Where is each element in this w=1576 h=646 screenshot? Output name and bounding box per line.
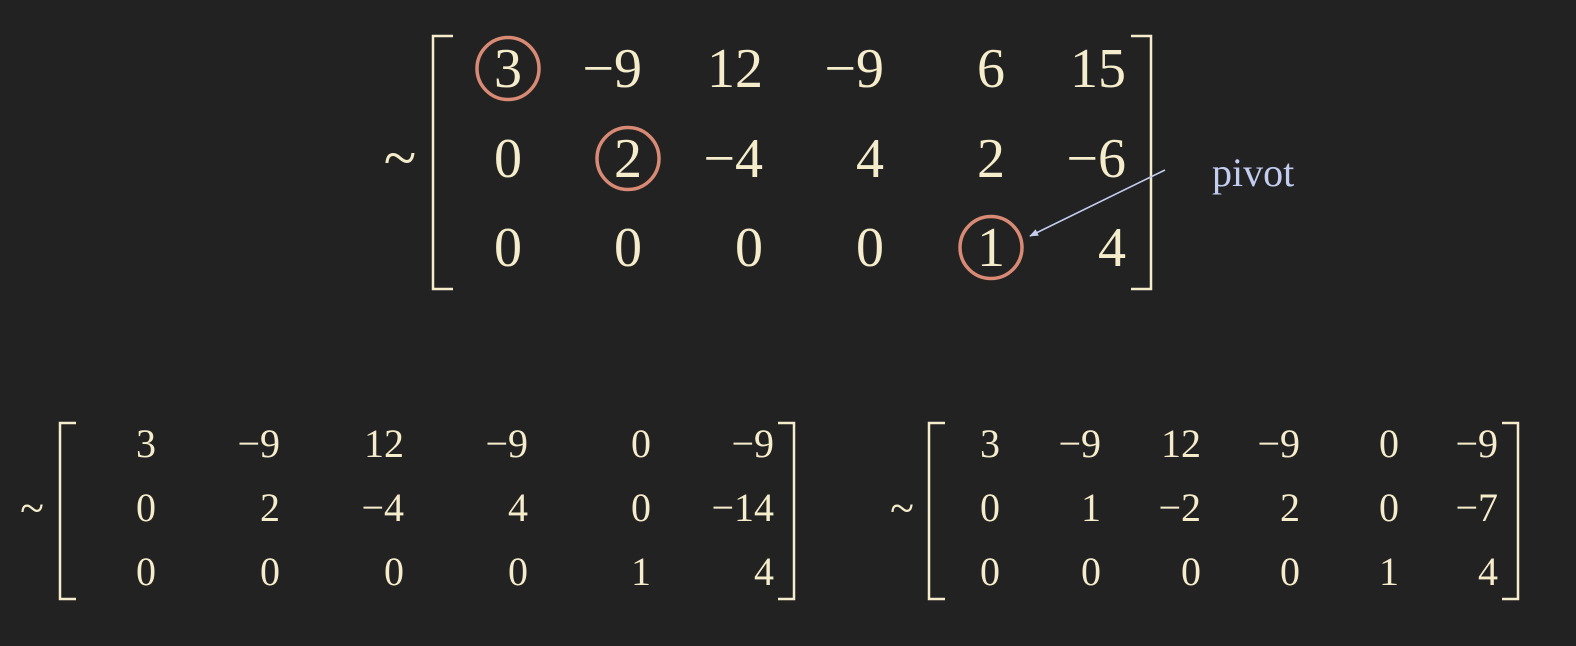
matrix-1-entry-r3-c2: 0 [614,217,642,279]
matrix-2-entry-r1-c3: 12 [364,421,404,466]
matrix-2-group: ~3 −9 12 −9 0 −9 0 2 −4 4 0 −14 0 0 0 0 1 4 [20,421,796,601]
matrix-2-entry-r2-c5: 0 [631,485,651,530]
matrix-2-entry-r3-c6: 4 [754,549,774,594]
matrix-1-entry-r3-c4: 0 [856,217,884,279]
matrix-3-entry-r1-c3: 12 [1161,421,1201,466]
matrix-3-entry-r1-c6: −9 [1455,421,1498,466]
matrix-3-entry-r3-c4: 0 [1280,549,1300,594]
matrix-3-entry-r1-c5: 0 [1379,421,1399,466]
matrix-1-left-bracket [431,34,453,291]
matrix-2-entry-r1-c2: −9 [237,421,280,466]
matrix-1-entry-r2-c1: 0 [494,128,522,190]
matrix-2-entry-r3-c1: 0 [136,549,156,594]
matrix-2-entry-r1-c5: 0 [631,421,651,466]
matrix-2-entry-r1-c6: −9 [731,421,774,466]
matrix-2-left-bracket [58,421,76,601]
matrix-2-tilde: ~ [20,484,44,533]
matrix-3-entry-r1-c1: 3 [980,421,1000,466]
matrix-2-entry-r2-c2: 2 [260,485,280,530]
matrix-1-entry-r3-c3: 0 [735,217,763,279]
matrix-1-entry-r2-c6: −6 [1066,128,1126,190]
matrix-2-entry-r2-c3: −4 [361,485,404,530]
matrix-3-entry-r2-c6: −7 [1455,485,1498,530]
matrix-1-entry-r1-c4: −9 [824,38,884,100]
matrix-3-entry-r3-c5: 1 [1379,549,1399,594]
matrix-2-entry-r3-c2: 0 [260,549,280,594]
matrix-3-left-bracket [927,421,945,601]
matrix-3-entry-r2-c4: 2 [1280,485,1300,530]
matrix-3-entry-r1-c2: −9 [1058,421,1101,466]
matrix-1-entry-r1-c1: 3 [494,38,522,100]
matrix-3-entry-r2-c5: 0 [1379,485,1399,530]
matrix-1-entry-r1-c6: 15 [1070,38,1126,100]
matrix-1-entry-r3-c6: 4 [1098,217,1126,279]
matrix-3-entry-r3-c1: 0 [980,549,1000,594]
matrix-2-right-bracket [778,421,796,601]
row-reduction-diagram: ~3 −9 12 −9 6 150 2 −4 4 2 −60 0 0 0 1 4 ~3 −9 12 −9 0 −90 2−… [20,34,1520,601]
matrix-1-entry-r2-c4: 4 [856,128,884,190]
matrix-2-entry-r2-c6: −14 [711,485,774,530]
matrix-1-right-bracket [1131,34,1153,291]
matrix-1-entry-r1-c3: 12 [707,38,763,100]
matrix-3-entry-r2-c3: −2 [1158,485,1201,530]
matrix-1-entry-r1-c5: 6 [977,38,1005,100]
matrix-2-entry-r3-c4: 0 [508,549,528,594]
matrix-1-entry-r1-c2: −9 [582,38,642,100]
matrix-1-group: ~3 −9 12 −9 6 15 0 2 −4 4 2 −6 0 0 0 0 1 4 [384,34,1153,291]
matrix-1-entry-r2-c2: 2 [614,128,642,190]
matrix-3-entry-r3-c3: 0 [1181,549,1201,594]
pivot-label: pivot [1212,150,1294,195]
matrix-3-entry-r3-c6: 4 [1478,549,1498,594]
matrix-3-entry-r2-c2: 1 [1081,485,1101,530]
matrix-1-entry-r3-c5: 1 [977,217,1005,279]
matrix-2-entry-r1-c4: −9 [485,421,528,466]
matrix-2-entry-r3-c3: 0 [384,549,404,594]
matrix-1-entry-r2-c5: 2 [977,128,1005,190]
matrix-2-entry-r3-c5: 1 [631,549,651,594]
matrix-3-entry-r2-c1: 0 [980,485,1000,530]
matrix-2-entry-r2-c1: 0 [136,485,156,530]
matrix-2-entry-r2-c4: 4 [508,485,528,530]
matrix-1-entry-r3-c1: 0 [494,217,522,279]
matrix-3-tilde: ~ [890,484,914,533]
matrix-3-right-bracket [1502,421,1520,601]
matrix-3-entry-r1-c4: −9 [1257,421,1300,466]
matrix-1-entry-r2-c3: −4 [703,128,763,190]
matrix-1-tilde: ~ [384,125,416,191]
matrix-3-entry-r3-c2: 0 [1081,549,1101,594]
matrix-3-group: ~3 −9 12 −9 0 −9 0 1 −2 2 0 −7 0 0 0 0 1 4 [890,421,1520,601]
matrix-2-entry-r1-c1: 3 [136,421,156,466]
